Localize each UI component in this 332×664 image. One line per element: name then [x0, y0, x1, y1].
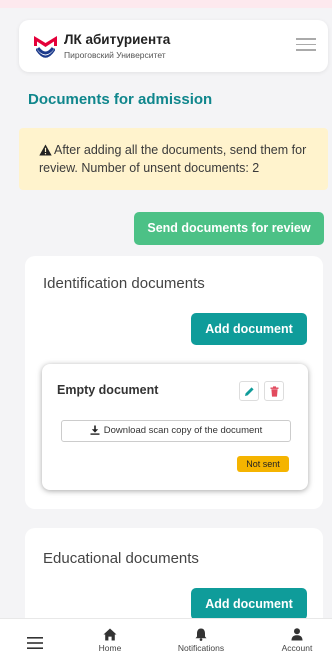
nav-menu[interactable]	[20, 619, 50, 664]
menu-icon	[27, 637, 43, 649]
header-menu-button[interactable]	[296, 38, 316, 54]
download-icon	[90, 425, 100, 435]
home-icon	[103, 628, 117, 641]
nav-home[interactable]: Home	[90, 619, 130, 664]
trash-icon	[270, 386, 279, 397]
status-badge: Not sent	[237, 456, 289, 472]
page-title: Documents for admission	[28, 91, 213, 108]
top-accent-strip	[0, 0, 332, 8]
send-documents-button[interactable]: Send documents for review	[134, 212, 324, 245]
nav-account[interactable]: Account	[274, 619, 320, 664]
educational-documents-card: Educational documents Add document	[25, 528, 323, 628]
hamburger-icon-line	[296, 49, 316, 51]
app-header: ЛК абитуриента Пироговский Университет	[19, 20, 328, 72]
nav-notifications[interactable]: Notifications	[168, 619, 234, 664]
identification-documents-card: Identification documents Add document Em…	[25, 256, 323, 509]
section-title: Identification documents	[43, 275, 205, 292]
nav-label-home: Home	[98, 643, 122, 653]
bell-icon	[195, 628, 207, 641]
pencil-icon	[245, 387, 254, 396]
app-subtitle: Пироговский Университет	[64, 50, 166, 60]
app-title: ЛК абитуриента	[64, 32, 171, 47]
hamburger-icon-line	[296, 38, 316, 40]
add-educational-document-button[interactable]: Add document	[191, 588, 307, 620]
bottom-navigation: Home Notifications Account	[0, 618, 332, 664]
nav-label-notifications: Notifications	[177, 643, 225, 653]
document-title: Empty document	[57, 383, 159, 397]
nav-label-account: Account	[281, 643, 313, 653]
warning-icon	[39, 144, 52, 156]
delete-document-button[interactable]	[264, 381, 284, 401]
user-icon	[291, 628, 303, 641]
download-scan-button[interactable]: Download scan copy of the document	[61, 420, 291, 442]
download-label: Download scan copy of the document	[103, 425, 263, 436]
add-identification-document-button[interactable]: Add document	[191, 313, 307, 345]
section-title: Educational documents	[43, 550, 199, 567]
edit-document-button[interactable]	[239, 381, 259, 401]
alert-text: After adding all the documents, send the…	[39, 143, 307, 175]
unsent-documents-alert: After adding all the documents, send the…	[19, 128, 328, 190]
hamburger-icon-line	[296, 43, 316, 45]
university-logo	[34, 36, 57, 58]
document-card: Empty document Download scan copy of the…	[42, 364, 308, 490]
